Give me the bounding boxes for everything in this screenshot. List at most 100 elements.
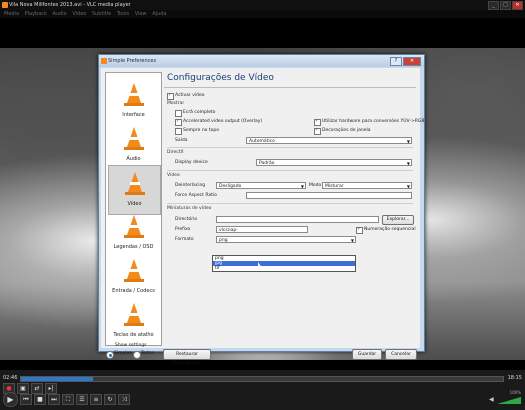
dialog-titlebar: Simple Preferences ? ✕	[99, 55, 424, 67]
directory-label: Directório	[175, 217, 198, 222]
all-radio[interactable]	[133, 351, 141, 359]
mode-value: Misturar	[325, 184, 344, 189]
maximize-button[interactable]: □	[500, 1, 511, 10]
prefix-value: vlcsnap-	[219, 228, 238, 233]
cancel-button[interactable]: Cancelar	[385, 349, 417, 360]
category-sidebar: Interface Áudio Vídeo Legendas / OSD Ent…	[105, 72, 162, 346]
minimize-button[interactable]: _	[488, 1, 499, 10]
fullscreen-checkbox[interactable]	[175, 110, 182, 117]
deinterlacing-select[interactable]: Desligado ▼	[216, 182, 306, 189]
fullscreen-icon[interactable]: ⛶	[62, 394, 74, 405]
window-title: Vila Nova Millfontes 2013.avi - VLC medi…	[9, 2, 131, 8]
dialog-help-button[interactable]: ?	[390, 57, 402, 66]
browse-button[interactable]: Explorar...	[382, 215, 414, 225]
menu-playback[interactable]: Playback	[25, 11, 47, 17]
seek-bar[interactable]	[20, 376, 504, 382]
show-section-label: Mostrar	[167, 101, 185, 106]
category-subtitles-osd[interactable]: Legendas / OSD	[108, 209, 159, 257]
loop-ab-icon[interactable]: ⇄	[31, 383, 43, 394]
volume-slider[interactable]	[497, 397, 521, 404]
prefix-input[interactable]: vlcsnap-	[216, 226, 308, 233]
menu-audio[interactable]: Audio	[53, 11, 67, 17]
menu-media[interactable]: Media	[4, 11, 19, 17]
playlist-icon[interactable]: ≡	[90, 394, 102, 405]
hw-conversion-checkbox[interactable]	[314, 118, 321, 126]
mode-label: Modo	[309, 183, 322, 188]
category-label: Vídeo	[127, 201, 142, 207]
chevron-down-icon: ▼	[406, 161, 410, 166]
prefix-label: Prefixo	[175, 227, 191, 232]
volume-level: 100%	[509, 390, 521, 395]
format-select[interactable]: png ▼	[216, 236, 356, 243]
menu-video[interactable]: Video	[72, 11, 86, 17]
display-device-value: Padrão	[259, 161, 275, 166]
control-bar: 02:46 18:15 ● ▣ ⇄ ▸| ▶ ⏮ ■ ⏭ ⛶ ☰ ≡ ↻ ⤨ ◀…	[0, 370, 525, 410]
category-audio[interactable]: Áudio	[108, 121, 159, 169]
previous-icon[interactable]: ⏮	[20, 394, 32, 405]
window-decorations-label: Decorações de janela	[322, 128, 371, 133]
menu-subtitle[interactable]: Subtitle	[92, 11, 111, 17]
reset-preferences-button[interactable]: Restaurar Preferências	[163, 349, 211, 366]
chevron-down-icon: ▼	[406, 184, 410, 189]
output-value: Automático	[249, 139, 275, 144]
snapshot-icon[interactable]: ▣	[17, 383, 29, 394]
format-value: png	[219, 238, 228, 243]
simple-radio[interactable]	[106, 351, 114, 359]
extended-settings-icon[interactable]: ☰	[76, 394, 88, 405]
format-label: Formato	[175, 237, 194, 242]
display-device-select[interactable]: Padrão ▼	[256, 159, 412, 166]
sequential-numbering-checkbox[interactable]	[356, 226, 363, 234]
seek-progress	[21, 377, 94, 381]
chevron-down-icon: ▼	[300, 184, 304, 189]
category-hotkeys[interactable]: Teclas de atalho	[108, 297, 159, 345]
menu-view[interactable]: View	[135, 11, 147, 17]
mode-select[interactable]: Misturar ▼	[322, 182, 412, 189]
sequential-numbering-label: Numeração sequencial	[364, 227, 416, 232]
deinterlacing-value: Desligado	[219, 184, 242, 189]
category-label: Teclas de atalho	[113, 332, 154, 338]
category-input-codecs[interactable]: Entrada / Codecs	[108, 253, 159, 301]
close-button[interactable]: ✕	[512, 1, 523, 10]
output-select[interactable]: Automático ▼	[246, 137, 412, 144]
elapsed-time: 02:46	[3, 375, 18, 381]
dialog-title: Simple Preferences	[108, 58, 157, 64]
mouse-cursor-icon	[258, 262, 262, 268]
dialog-close-button[interactable]: ✕	[403, 57, 421, 66]
force-aspect-input[interactable]	[246, 192, 412, 199]
frame-step-icon[interactable]: ▸|	[45, 383, 57, 394]
next-icon[interactable]: ⏭	[48, 394, 60, 405]
repeat-icon[interactable]: ↻	[104, 394, 116, 405]
play-icon[interactable]: ▶	[3, 392, 18, 407]
directory-input[interactable]	[216, 216, 379, 223]
vlc-cone-icon	[101, 58, 107, 64]
category-interface[interactable]: Interface	[108, 77, 159, 125]
vlc-titlebar: Vila Nova Millfontes 2013.avi - VLC medi…	[0, 0, 525, 10]
stop-icon[interactable]: ■	[34, 394, 46, 405]
menu-help[interactable]: Ajuda	[152, 11, 166, 17]
speaker-icon[interactable]: ◀	[489, 396, 496, 404]
activate-video-checkbox[interactable]	[167, 92, 174, 100]
vlc-cone-icon	[2, 2, 8, 8]
video-settings-panel: Configurações de Vídeo Activar vídeo Mos…	[164, 72, 424, 337]
format-option-tif[interactable]: tif	[213, 266, 355, 271]
shuffle-icon[interactable]: ⤨	[118, 394, 130, 405]
menu-tools[interactable]: Tools	[117, 11, 129, 17]
save-button[interactable]: Guardar	[352, 349, 382, 360]
simple-label: Simples	[114, 351, 132, 356]
output-label: Saída	[175, 138, 188, 143]
chevron-down-icon: ▼	[406, 139, 410, 144]
volume-control[interactable]: ◀ 100%	[489, 390, 521, 404]
category-label: Áudio	[126, 156, 141, 162]
category-video[interactable]: Vídeo	[108, 165, 161, 215]
total-time: 18:15	[507, 375, 522, 381]
category-label: Entrada / Codecs	[112, 288, 155, 294]
accelerated-output-checkbox[interactable]	[175, 118, 182, 126]
panel-title: Configurações de Vídeo	[167, 73, 274, 83]
video-letterbox-bottom	[0, 360, 525, 370]
chevron-down-icon: ▼	[350, 238, 354, 243]
category-label: Interface	[122, 112, 145, 118]
window-decorations-checkbox[interactable]	[314, 127, 321, 135]
preferences-dialog: Simple Preferences ? ✕ Interface Áudio V…	[98, 54, 425, 366]
menu-bar: Media Playback Audio Video Subtitle Tool…	[0, 10, 525, 18]
always-on-top-checkbox[interactable]	[175, 128, 182, 135]
